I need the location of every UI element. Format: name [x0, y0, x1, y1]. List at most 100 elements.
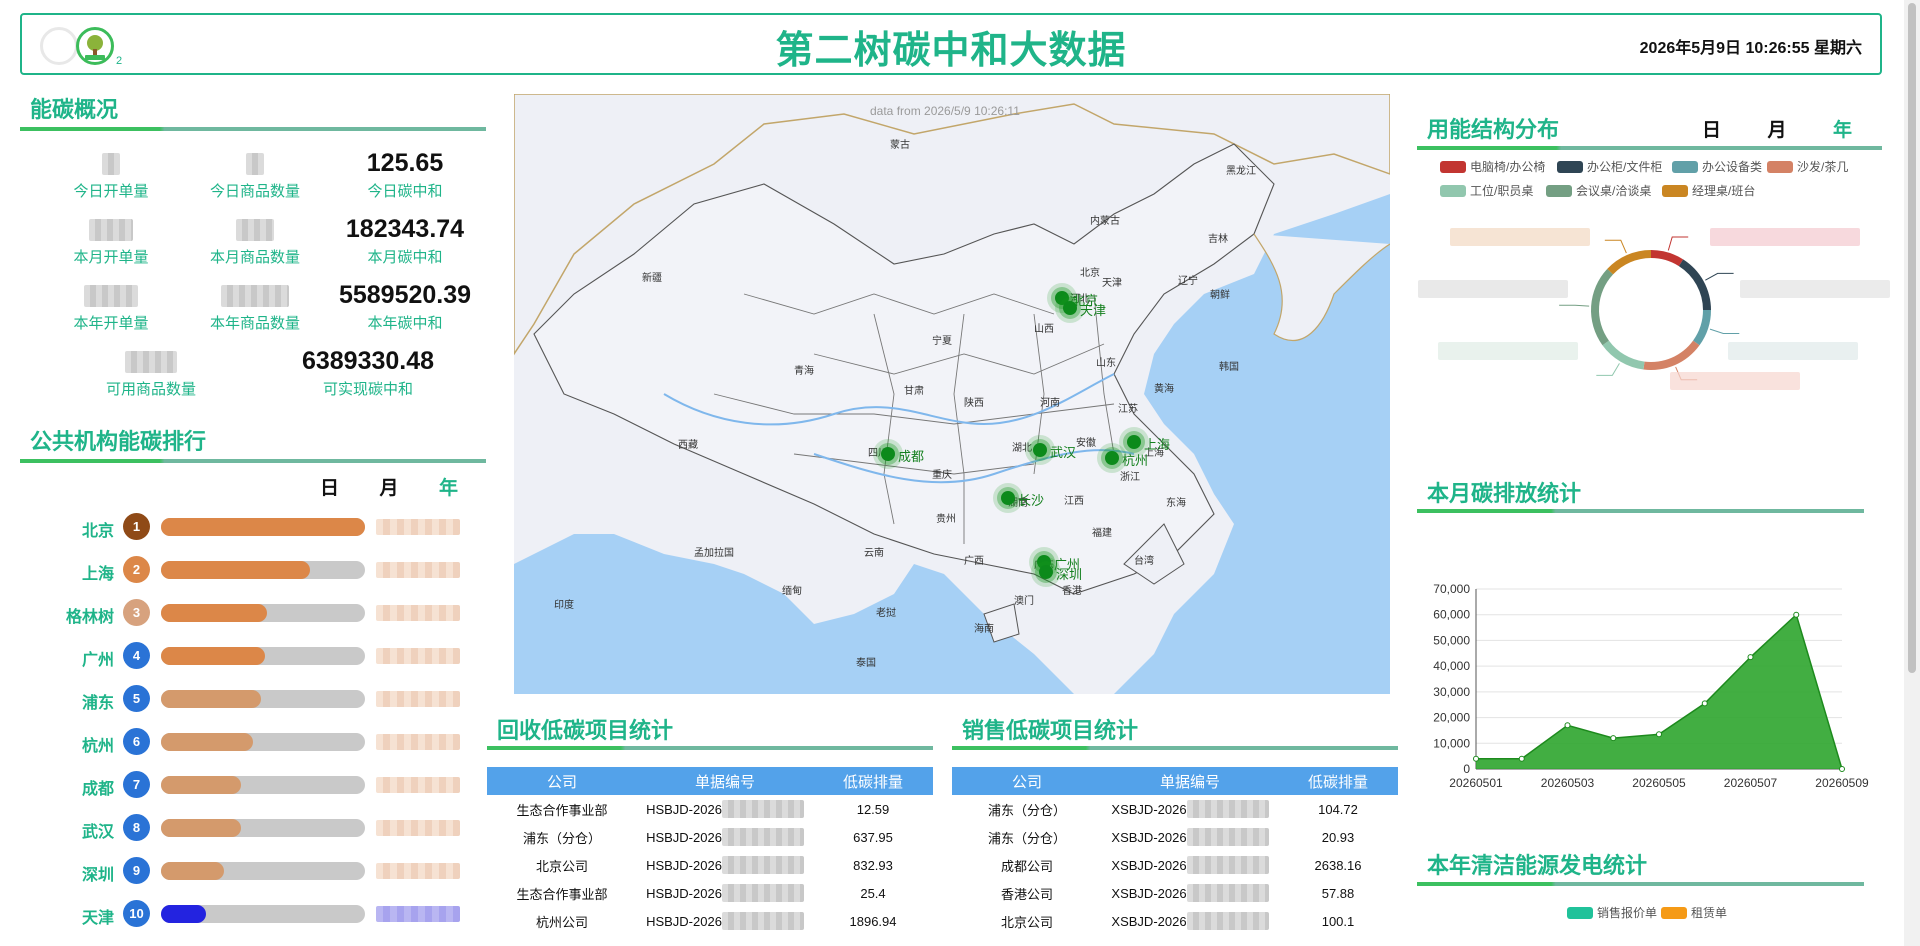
legend-label: 会议桌/洽谈桌: [1576, 184, 1652, 198]
ranking-row[interactable]: 上海 2: [20, 555, 480, 585]
map-region-label: 缅甸: [782, 586, 802, 597]
ranking-row[interactable]: 浦东 5: [20, 684, 480, 714]
doc-no-prefix: XSBJD-2026: [1111, 829, 1187, 845]
ranking-bar-fill: [161, 518, 365, 536]
map-region-label: 台湾: [1134, 556, 1154, 567]
legend-item[interactable]: 沙发/茶几: [1767, 160, 1848, 174]
china-map[interactable]: data from 2026/5/9 10:26:11 蒙古 新疆 内蒙古 黑龙江 吉林…: [514, 94, 1390, 694]
donut-slice[interactable]: [1607, 250, 1651, 275]
map-city-label: 天津: [1080, 303, 1107, 318]
ranking-row[interactable]: 成都 7: [20, 770, 480, 800]
ranking-row[interactable]: 北京 1: [20, 512, 480, 542]
overview-stat-label: 今日开单量: [73, 183, 149, 200]
page-scrollbar[interactable]: [1904, 0, 1920, 946]
table-row[interactable]: 浦东（分仓） HSBJD-2026 637.95: [487, 823, 933, 851]
ranking-bar-fill: [161, 776, 241, 794]
sales-table: 公司 单据编号 低碳排量 浦东（分仓） XSBJD-2026 104.72 浦东（分仓…: [952, 767, 1398, 935]
redacted-value: [89, 219, 133, 242]
legend-swatch: [1546, 185, 1572, 197]
overview-stat-label: 本年开单量: [73, 315, 149, 332]
doc-no: XSBJD-2026: [1111, 800, 1269, 818]
recycle-col-emission: 低碳排量: [813, 767, 933, 795]
map-city-label: 深圳: [1056, 567, 1083, 582]
legend-item[interactable]: 经理桌/班台: [1662, 184, 1755, 198]
doc-no-prefix: HSBJD-2026: [646, 885, 722, 901]
monthly-emission-divider: [1417, 509, 1864, 513]
table-cell-doc-no: HSBJD-2026: [637, 907, 813, 935]
legend-item[interactable]: 办公设备类: [1672, 160, 1762, 174]
donut-slice[interactable]: [1643, 340, 1700, 370]
y-tick-label: 10,000: [1433, 736, 1470, 750]
map-city-marker[interactable]: [881, 447, 895, 461]
legend-item[interactable]: 办公柜/文件柜: [1557, 160, 1662, 174]
energy-structure-title: 用能结构分布: [1427, 117, 1560, 142]
ranking-tab-month[interactable]: 月: [379, 478, 398, 499]
scrollbar-thumb[interactable]: [1908, 3, 1916, 673]
sales-divider: [952, 746, 1398, 750]
map-region-label: 韩国: [1219, 362, 1239, 373]
data-point[interactable]: [1701, 700, 1708, 707]
data-point[interactable]: [1747, 654, 1754, 661]
data-point[interactable]: [1473, 755, 1479, 762]
data-point[interactable]: [1610, 735, 1617, 742]
donut-slice[interactable]: [1651, 250, 1684, 267]
data-point[interactable]: [1518, 755, 1525, 762]
ranking-tab-year[interactable]: 年: [439, 478, 458, 499]
table-cell-company: 浦东（分仓）: [987, 802, 1066, 818]
data-point[interactable]: [1656, 731, 1662, 738]
table-row[interactable]: 香港公司 XSBJD-2026 57.88: [952, 879, 1398, 907]
legend-item[interactable]: 销售报价单: [1567, 906, 1657, 920]
ranking-bar-track: [161, 604, 365, 622]
map-city-marker[interactable]: [1033, 443, 1047, 457]
map-city-marker[interactable]: [1001, 491, 1015, 505]
map-region-label: 内蒙古: [1090, 216, 1120, 227]
ranking-bar-track: [161, 733, 365, 751]
energy-tab-month[interactable]: 月: [1767, 120, 1786, 141]
donut-slice[interactable]: [1591, 268, 1614, 346]
map-region-label: 山东: [1096, 358, 1116, 369]
legend-item[interactable]: 工位/职员桌: [1440, 184, 1533, 198]
ranking-badge: 7: [123, 771, 150, 798]
donut-slice[interactable]: [1678, 259, 1711, 310]
map-city-marker[interactable]: [1127, 435, 1141, 449]
data-point[interactable]: [1793, 611, 1800, 618]
ranking-tab-day[interactable]: 日: [320, 478, 339, 499]
map-city-marker[interactable]: [1105, 451, 1119, 465]
map-region-label: 甘肃: [904, 386, 924, 397]
ranking-row[interactable]: 广州 4: [20, 641, 480, 671]
data-point[interactable]: [1839, 766, 1845, 772]
donut-label-line: [1709, 328, 1740, 334]
table-row[interactable]: 浦东（分仓） XSBJD-2026 104.72: [952, 795, 1398, 823]
overview-title: 能碳概况: [30, 97, 119, 122]
donut-slice[interactable]: [1693, 310, 1711, 346]
table-row[interactable]: 生态合作事业部 HSBJD-2026 12.59: [487, 795, 933, 823]
ranking-row[interactable]: 天津 10: [20, 899, 480, 929]
doc-no-redacted: [721, 828, 804, 846]
ranking-row[interactable]: 杭州 6: [20, 727, 480, 757]
table-row[interactable]: 杭州公司 HSBJD-2026 1896.94: [487, 907, 933, 935]
table-row[interactable]: 北京公司 XSBJD-2026 100.1: [952, 907, 1398, 935]
donut-slice[interactable]: [1602, 340, 1645, 370]
ranking-row[interactable]: 格林树 3: [20, 598, 480, 628]
map-city-marker[interactable]: [1063, 301, 1077, 315]
legend-item[interactable]: 会议桌/洽谈桌: [1546, 184, 1651, 198]
data-point[interactable]: [1564, 722, 1571, 729]
table-cell-doc-no: XSBJD-2026: [1102, 907, 1278, 935]
map-region-label: 吉林: [1208, 234, 1228, 245]
table-row[interactable]: 浦东（分仓） XSBJD-2026 20.93: [952, 823, 1398, 851]
energy-tab-year[interactable]: 年: [1833, 120, 1852, 141]
energy-tab-day[interactable]: 日: [1702, 120, 1721, 141]
legend-item[interactable]: 电脑椅/办公椅: [1440, 160, 1545, 174]
map-city-marker[interactable]: [1039, 565, 1053, 579]
table-row[interactable]: 生态合作事业部 HSBJD-2026 25.4: [487, 879, 933, 907]
overview-stat: 6389330.48 可实现碳中和: [293, 346, 443, 399]
ranking-value-redacted: [376, 777, 460, 793]
ranking-row[interactable]: 武汉 8: [20, 813, 480, 843]
ranking-row[interactable]: 深圳 9: [20, 856, 480, 886]
table-row[interactable]: 成都公司 XSBJD-2026 2638.16: [952, 851, 1398, 879]
legend-item[interactable]: 租赁单: [1661, 906, 1727, 920]
header-bar: 2 第二树碳中和大数据 2026年5月9日 10:26:55 星期六: [20, 13, 1882, 75]
table-row[interactable]: 北京公司 HSBJD-2026 832.93: [487, 851, 933, 879]
overview-stat-label: 可实现碳中和: [322, 381, 413, 398]
legend-label: 销售报价单: [1597, 906, 1658, 920]
